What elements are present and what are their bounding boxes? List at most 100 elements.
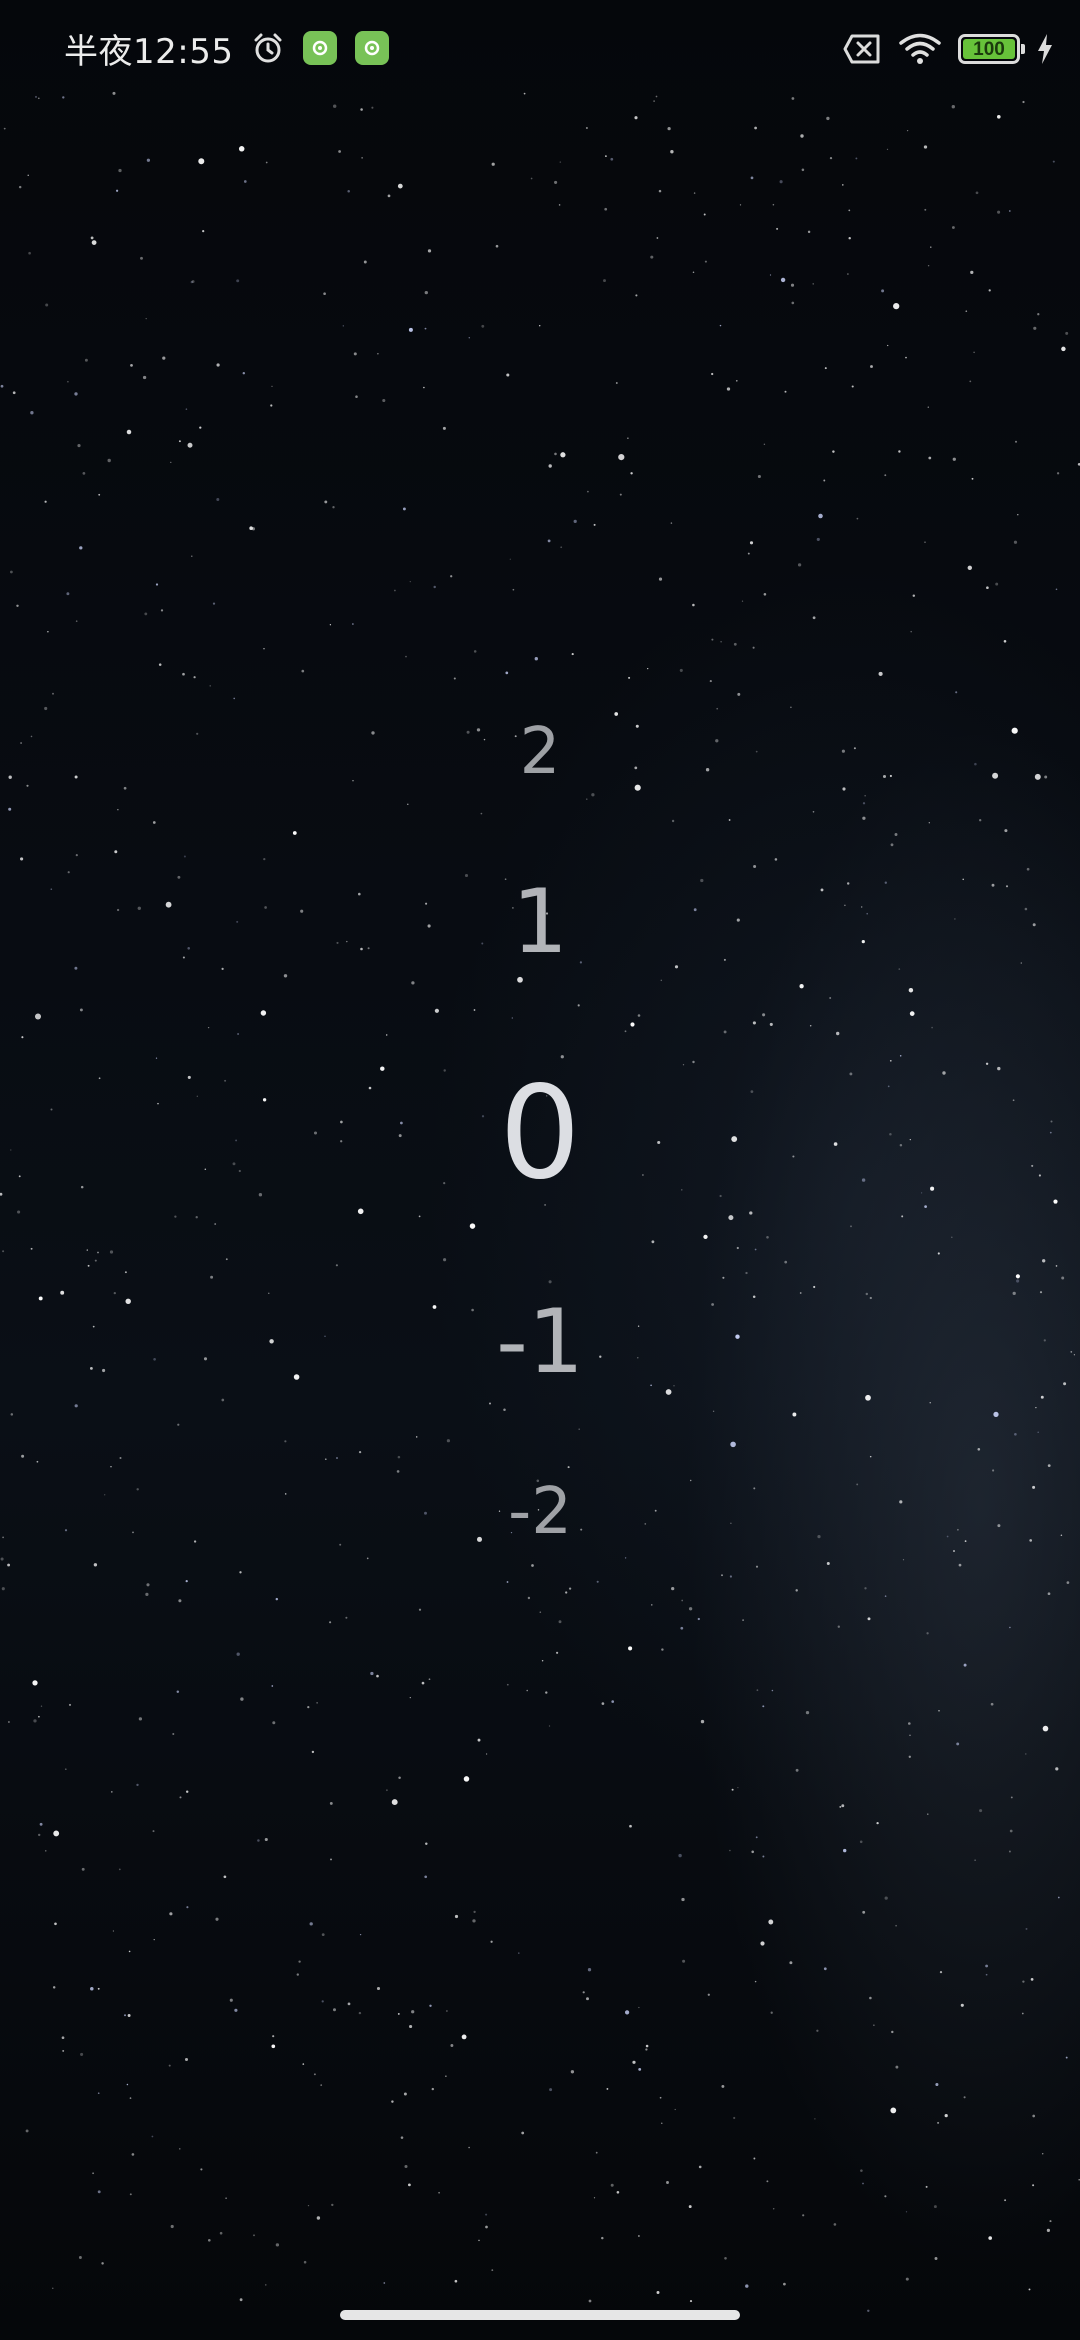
star xyxy=(618,454,625,461)
star xyxy=(754,126,757,130)
star xyxy=(485,1753,488,1755)
star xyxy=(25,2129,29,2133)
star xyxy=(136,1783,139,1787)
star xyxy=(586,1997,589,2001)
picker-option[interactable]: -1 xyxy=(0,1298,1080,1386)
star xyxy=(512,588,515,591)
star xyxy=(997,210,1001,214)
star xyxy=(172,1732,175,1736)
star xyxy=(750,176,754,180)
star xyxy=(461,2034,467,2040)
star xyxy=(749,541,754,545)
star xyxy=(358,2011,362,2015)
picker-option[interactable]: -2 xyxy=(0,1480,1080,1544)
star xyxy=(709,680,712,683)
star xyxy=(731,1788,734,1791)
star xyxy=(925,2185,928,2188)
star xyxy=(635,294,638,297)
star xyxy=(601,1702,605,1705)
star xyxy=(604,207,608,211)
star xyxy=(742,1619,744,1621)
star xyxy=(257,1839,260,1842)
star xyxy=(905,2211,908,2213)
star xyxy=(884,474,887,477)
star xyxy=(558,1620,562,1624)
star xyxy=(780,277,786,283)
star xyxy=(191,555,193,557)
home-indicator[interactable] xyxy=(340,2310,740,2320)
star xyxy=(975,191,979,195)
star xyxy=(1014,440,1018,443)
star xyxy=(1,1587,5,1591)
star xyxy=(630,472,633,475)
star xyxy=(402,507,406,511)
star xyxy=(1049,2220,1052,2223)
star xyxy=(140,256,143,260)
star xyxy=(404,2164,408,2169)
star xyxy=(272,2035,275,2038)
star xyxy=(184,2057,189,2062)
star xyxy=(893,302,900,310)
star xyxy=(887,344,889,347)
star xyxy=(739,204,742,206)
star xyxy=(223,1875,227,1879)
star xyxy=(776,227,779,230)
star xyxy=(418,1608,422,1611)
star xyxy=(320,2084,323,2086)
star xyxy=(30,411,34,415)
star xyxy=(481,324,485,328)
star xyxy=(912,594,916,597)
star xyxy=(236,279,240,283)
star xyxy=(624,2010,630,2015)
star xyxy=(698,2165,702,2169)
star xyxy=(1021,2012,1024,2015)
status-bar: 半夜12:55 100 xyxy=(0,0,1080,96)
star xyxy=(438,2191,440,2194)
star xyxy=(930,246,932,248)
picker-option[interactable]: 2 xyxy=(0,720,1080,784)
star xyxy=(766,2180,769,2183)
star xyxy=(155,583,159,586)
star xyxy=(560,546,563,549)
star xyxy=(301,669,305,673)
star xyxy=(986,586,989,590)
star xyxy=(768,1919,774,1925)
star xyxy=(345,1616,348,1619)
star xyxy=(311,1750,315,1754)
star xyxy=(756,1689,759,1692)
picker-selected-option[interactable]: 0 xyxy=(0,1070,1080,1198)
star xyxy=(212,602,216,605)
picker-option[interactable]: 1 xyxy=(0,878,1080,966)
star xyxy=(1009,1626,1011,1629)
star xyxy=(1056,472,1060,475)
star xyxy=(824,367,827,370)
star xyxy=(398,1776,401,1780)
star xyxy=(138,1717,143,1721)
star xyxy=(170,2224,174,2229)
star xyxy=(568,1587,572,1590)
star xyxy=(377,353,379,355)
star xyxy=(495,244,499,248)
number-picker[interactable]: 2 1 0 -1 -2 xyxy=(0,690,1080,1570)
star xyxy=(131,2153,135,2156)
star xyxy=(391,1799,398,1806)
star xyxy=(886,148,889,151)
star xyxy=(559,161,562,163)
star xyxy=(355,395,358,398)
star xyxy=(182,672,185,676)
star xyxy=(944,2113,948,2118)
star xyxy=(129,2193,132,2196)
star xyxy=(832,450,835,453)
star xyxy=(688,2205,692,2209)
star xyxy=(215,1917,219,1921)
star xyxy=(323,292,326,296)
star xyxy=(801,168,805,172)
star xyxy=(47,631,49,633)
star xyxy=(526,1689,528,1692)
star xyxy=(611,1700,615,1703)
star xyxy=(988,289,991,292)
star xyxy=(733,642,737,646)
star xyxy=(478,2239,480,2242)
star xyxy=(64,1768,67,1771)
star xyxy=(408,327,413,332)
